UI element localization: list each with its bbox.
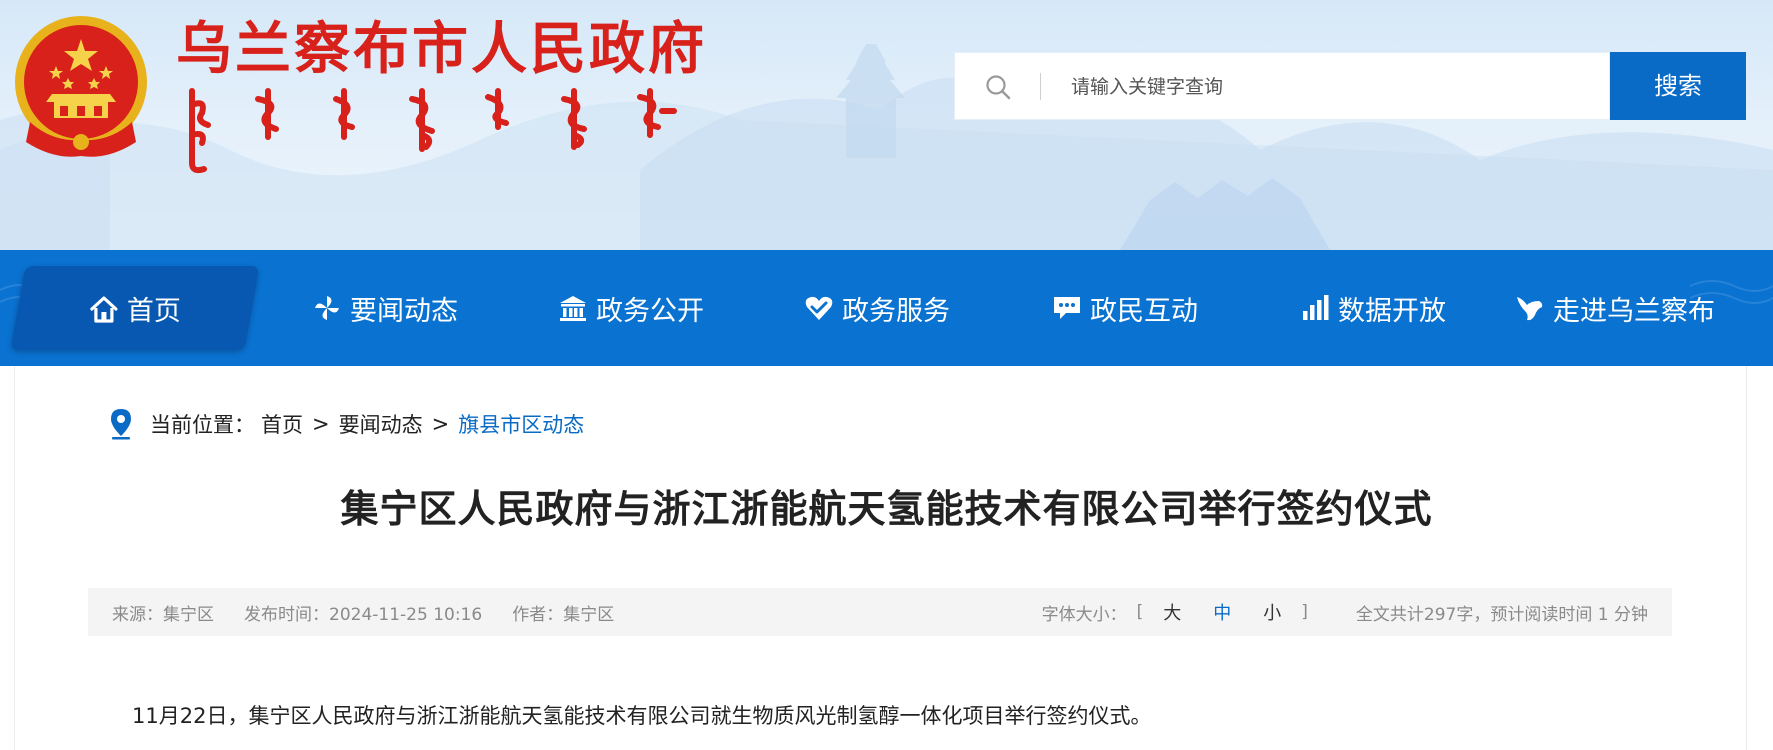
search-divider <box>1040 73 1041 100</box>
pinwheel-icon <box>315 296 339 320</box>
search-button[interactable]: 搜索 <box>1610 52 1746 120</box>
home-icon <box>90 295 118 322</box>
bar-chart-icon <box>1303 295 1329 320</box>
breadcrumb-separator: > <box>312 412 330 436</box>
font-size-label: 字体大小： <box>1041 604 1127 625</box>
nav-item-gov-affairs-open[interactable]: 政务公开 <box>546 266 716 350</box>
chat-bubble-icon <box>1054 297 1080 319</box>
nav-item-open-data[interactable]: 数据开放 <box>1288 266 1458 350</box>
breadcrumb-separator: > <box>431 412 450 436</box>
breadcrumb-home-link[interactable]: 首页 <box>261 409 303 439</box>
nav-item-label: 政务公开 <box>596 295 704 327</box>
search-icon[interactable] <box>985 74 1011 100</box>
nav-item-label: 首页 <box>127 295 181 327</box>
font-size-small-button[interactable]: 小 <box>1247 599 1297 625</box>
reading-time-info: 全文共计297字，预计阅读时间 1 分钟 <box>1355 604 1648 625</box>
header-banner: 乌兰察布市人民政府 搜索 <box>0 0 1773 250</box>
font-size-medium-button[interactable]: 中 <box>1197 599 1247 625</box>
font-size-bracket-close: ] <box>1301 602 1308 622</box>
government-building-icon <box>560 296 586 321</box>
article-title: 集宁区人民政府与浙江浙能航天氢能技术有限公司举行签约仪式 <box>340 487 1433 531</box>
nav-item-home[interactable]: 首页 <box>10 266 260 350</box>
article-body-paragraph: 11月22日，集宁区人民政府与浙江浙能航天氢能技术有限公司就生物质风光制氢醇一体… <box>132 704 1152 728</box>
site-title: 乌兰察布市人民政府 <box>176 17 707 82</box>
nav-item-label: 走进乌兰察布 <box>1553 295 1715 327</box>
main-nav: 首页 要闻动态 政务公开 政务服务 政民互动 数据开放 走进乌兰察布 <box>0 250 1773 366</box>
bird-icon <box>1517 297 1543 321</box>
location-pin-icon <box>111 409 131 440</box>
nav-item-label: 数据开放 <box>1338 295 1446 327</box>
font-size-large-button[interactable]: 大 <box>1147 599 1197 625</box>
nav-item-gov-services[interactable]: 政务服务 <box>792 266 962 350</box>
article-author: 作者：集宁区 <box>512 604 615 625</box>
nav-item-public-interaction[interactable]: 政民互动 <box>1040 266 1210 350</box>
article-publish-time: 发布时间：2024-11-25 10:16 <box>244 604 483 625</box>
nav-item-about-city[interactable]: 走进乌兰察布 <box>1508 266 1722 350</box>
breadcrumb: 当前位置： 首页 > 要闻动态 > 旗县市区动态 <box>108 404 584 444</box>
nav-item-label: 政民互动 <box>1090 295 1198 327</box>
article-meta-bar: 来源：集宁区 发布时间：2024-11-25 10:16 作者：集宁区 字体大小… <box>88 588 1672 636</box>
search-input[interactable] <box>1071 67 1591 107</box>
article-source: 来源：集宁区 <box>112 604 214 625</box>
national-emblem-icon <box>15 16 147 157</box>
search-box <box>954 52 1610 120</box>
font-size-bracket-open: [ <box>1136 602 1144 622</box>
nav-item-label: 政务服务 <box>842 295 950 327</box>
heart-check-icon <box>805 296 833 320</box>
nav-item-label: 要闻动态 <box>350 295 458 327</box>
breadcrumb-label: 当前位置： <box>150 413 255 437</box>
breadcrumb-current-link[interactable]: 旗县市区动态 <box>458 409 584 439</box>
nav-item-news[interactable]: 要闻动态 <box>300 266 470 350</box>
mongolian-title-script <box>189 88 677 174</box>
breadcrumb-news-link[interactable]: 要闻动态 <box>339 409 423 439</box>
